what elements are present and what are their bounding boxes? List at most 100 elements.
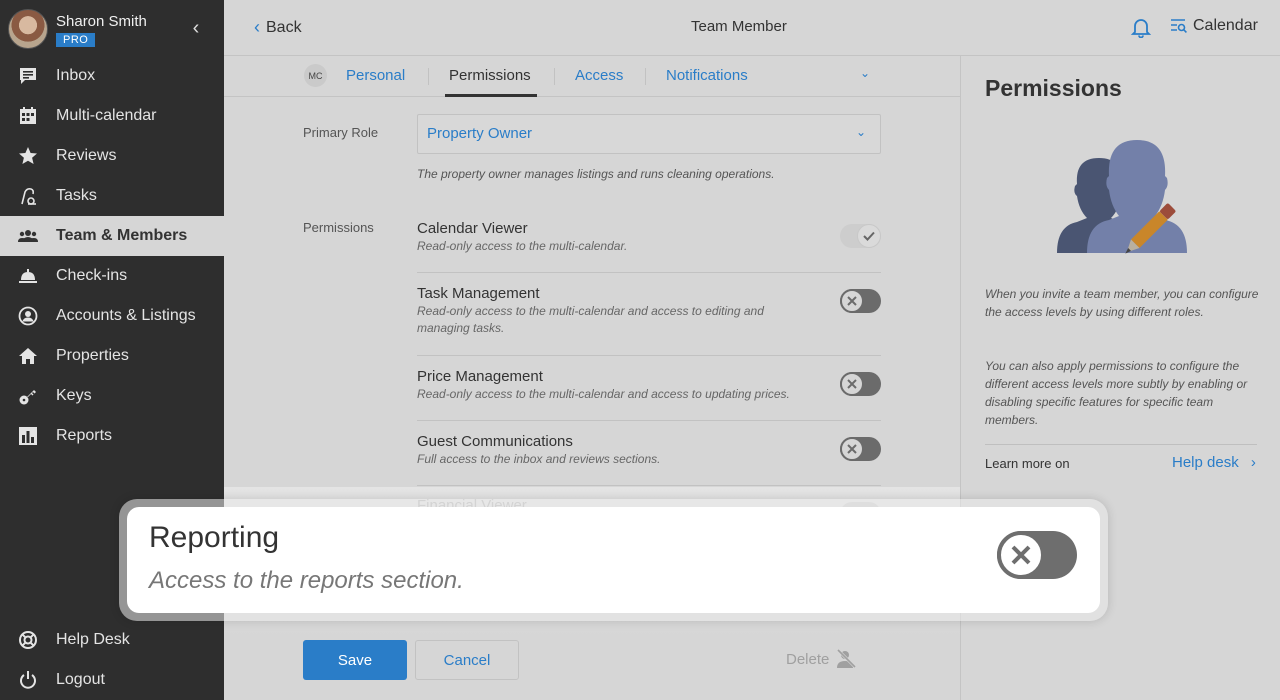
primary-role-select[interactable]: Property Owner ⌄	[417, 114, 881, 154]
permission-title: Price Management	[417, 368, 543, 385]
delete-user-icon	[837, 649, 857, 669]
chevron-right-icon: ›	[1250, 454, 1256, 471]
sidebar-item-label: Keys	[56, 387, 92, 404]
permission-row: Task Management Read-only access to the …	[417, 284, 881, 337]
save-button[interactable]: Save	[303, 640, 407, 680]
sidebar-item-check-ins[interactable]: Check-ins	[0, 256, 224, 296]
permissions-label: Permissions	[303, 220, 374, 235]
sidebar-item-properties[interactable]: Properties	[0, 336, 224, 376]
divider	[417, 420, 881, 421]
permission-desc: Read-only access to the multi-calendar.	[417, 239, 628, 253]
team-permissions-illustration	[1057, 138, 1187, 263]
reporting-callout-card: Reporting Access to the reports section.	[127, 507, 1100, 613]
callout-desc: Access to the reports section.	[149, 567, 464, 594]
sidebar-item-tasks[interactable]: Tasks	[0, 176, 224, 216]
team-icon	[17, 225, 39, 247]
vacuum-icon	[17, 185, 39, 207]
back-label: Back	[266, 18, 302, 36]
permission-desc: Read-only access to the multi-calendar a…	[417, 304, 764, 335]
sidebar-item-logout[interactable]: Logout	[0, 660, 224, 700]
tab-access[interactable]: Access	[575, 56, 623, 97]
close-icon	[997, 531, 1045, 579]
calendar-search-icon	[1171, 19, 1187, 33]
sidebar-item-reviews[interactable]: Reviews	[0, 136, 224, 176]
learn-more-label: Learn more on	[985, 456, 1070, 471]
sidebar-item-label: Reviews	[56, 147, 117, 164]
permission-title: Task Management	[417, 285, 540, 302]
reporting-callout: Reporting Access to the reports section.	[119, 499, 1108, 621]
permission-row: Guest Communications Full access to the …	[417, 432, 881, 468]
sidebar-item-label: Tasks	[56, 187, 97, 204]
sidebar-item-label: Logout	[56, 671, 105, 688]
role-description: The property owner manages listings and …	[417, 167, 775, 181]
price-management-toggle[interactable]	[840, 372, 881, 396]
user-profile[interactable]: Sharon Smith PRO	[8, 8, 218, 50]
reporting-toggle[interactable]	[997, 531, 1077, 579]
check-icon	[857, 224, 881, 248]
tab-separator	[428, 68, 429, 85]
task-management-toggle[interactable]	[840, 289, 881, 313]
tab-separator	[554, 68, 555, 85]
sidebar-item-keys[interactable]: Keys	[0, 376, 224, 416]
delete-button[interactable]: Delete	[786, 649, 857, 669]
sidebar-item-team-members[interactable]: Team & Members	[0, 216, 224, 256]
permission-desc: Full access to the inbox and reviews sec…	[417, 452, 661, 466]
cancel-button[interactable]: Cancel	[415, 640, 519, 680]
tab-notifications[interactable]: Notifications	[666, 56, 748, 97]
divider	[985, 444, 1257, 445]
pro-badge: PRO	[56, 32, 96, 47]
permission-title: Calendar Viewer	[417, 220, 528, 237]
help-panel-title: Permissions	[985, 75, 1122, 101]
permission-title: Guest Communications	[417, 433, 573, 450]
sidebar-item-accounts-listings[interactable]: Accounts & Listings	[0, 296, 224, 336]
sidebar-item-label: Reports	[56, 427, 113, 444]
calendar-icon	[17, 105, 39, 127]
power-icon	[17, 669, 39, 691]
tab-bar: MC Personal Permissions Access Notificat…	[224, 56, 960, 97]
reports-icon	[17, 425, 39, 447]
back-button[interactable]: ‹ Back	[254, 17, 302, 38]
sidebar-bottom-nav: Help Desk Logout	[0, 620, 224, 700]
sidebar-item-reports[interactable]: Reports	[0, 416, 224, 456]
bell-desk-icon	[17, 265, 39, 287]
close-icon	[840, 289, 864, 313]
account-icon	[17, 305, 39, 327]
sidebar-item-label: Check-ins	[56, 267, 128, 284]
sidebar-item-label: Help Desk	[56, 631, 130, 648]
avatar	[8, 9, 48, 49]
sidebar-item-label: Inbox	[56, 67, 96, 84]
divider	[417, 355, 881, 356]
sidebar-item-multi-calendar[interactable]: Multi-calendar	[0, 96, 224, 136]
page-title: Team Member	[691, 18, 787, 35]
calendar-label: Calendar	[1193, 17, 1258, 34]
close-icon	[840, 437, 864, 461]
notifications-bell-icon[interactable]	[1130, 16, 1152, 39]
divider	[417, 485, 881, 486]
help-desk-link[interactable]: Help desk ›	[1172, 454, 1256, 471]
sidebar-nav: Inbox Multi-calendar Reviews Tasks Team …	[0, 56, 224, 456]
tab-permissions[interactable]: Permissions	[445, 56, 537, 97]
callout-title: Reporting	[149, 521, 280, 554]
permission-row: Calendar Viewer Read-only access to the …	[417, 219, 881, 255]
permission-desc: Read-only access to the multi-calendar a…	[417, 387, 790, 401]
sidebar-item-help-desk[interactable]: Help Desk	[0, 620, 224, 660]
close-icon	[840, 372, 864, 396]
help-paragraph-1: When you invite a team member, you can c…	[985, 287, 1259, 319]
collapse-sidebar-icon[interactable]: ‹	[188, 18, 204, 38]
delete-label: Delete	[786, 650, 830, 668]
star-icon	[17, 145, 39, 167]
calendar-link[interactable]: Calendar	[1170, 17, 1258, 35]
calendar-viewer-toggle[interactable]	[840, 224, 881, 248]
tab-separator	[645, 68, 646, 85]
tab-personal[interactable]: Personal	[346, 56, 405, 97]
lifebuoy-icon	[17, 629, 39, 651]
help-desk-link-label: Help desk	[1172, 454, 1239, 471]
key-icon	[17, 385, 39, 407]
help-paragraph-2: You can also apply permissions to config…	[985, 359, 1248, 427]
sidebar-item-inbox[interactable]: Inbox	[0, 56, 224, 96]
tabs-more-chevron-down-icon[interactable]: ⌄	[860, 66, 870, 80]
user-name: Sharon Smith	[56, 12, 147, 30]
inbox-icon	[17, 65, 39, 87]
guest-communications-toggle[interactable]	[840, 437, 881, 461]
chevron-down-icon: ⌄	[855, 125, 866, 139]
